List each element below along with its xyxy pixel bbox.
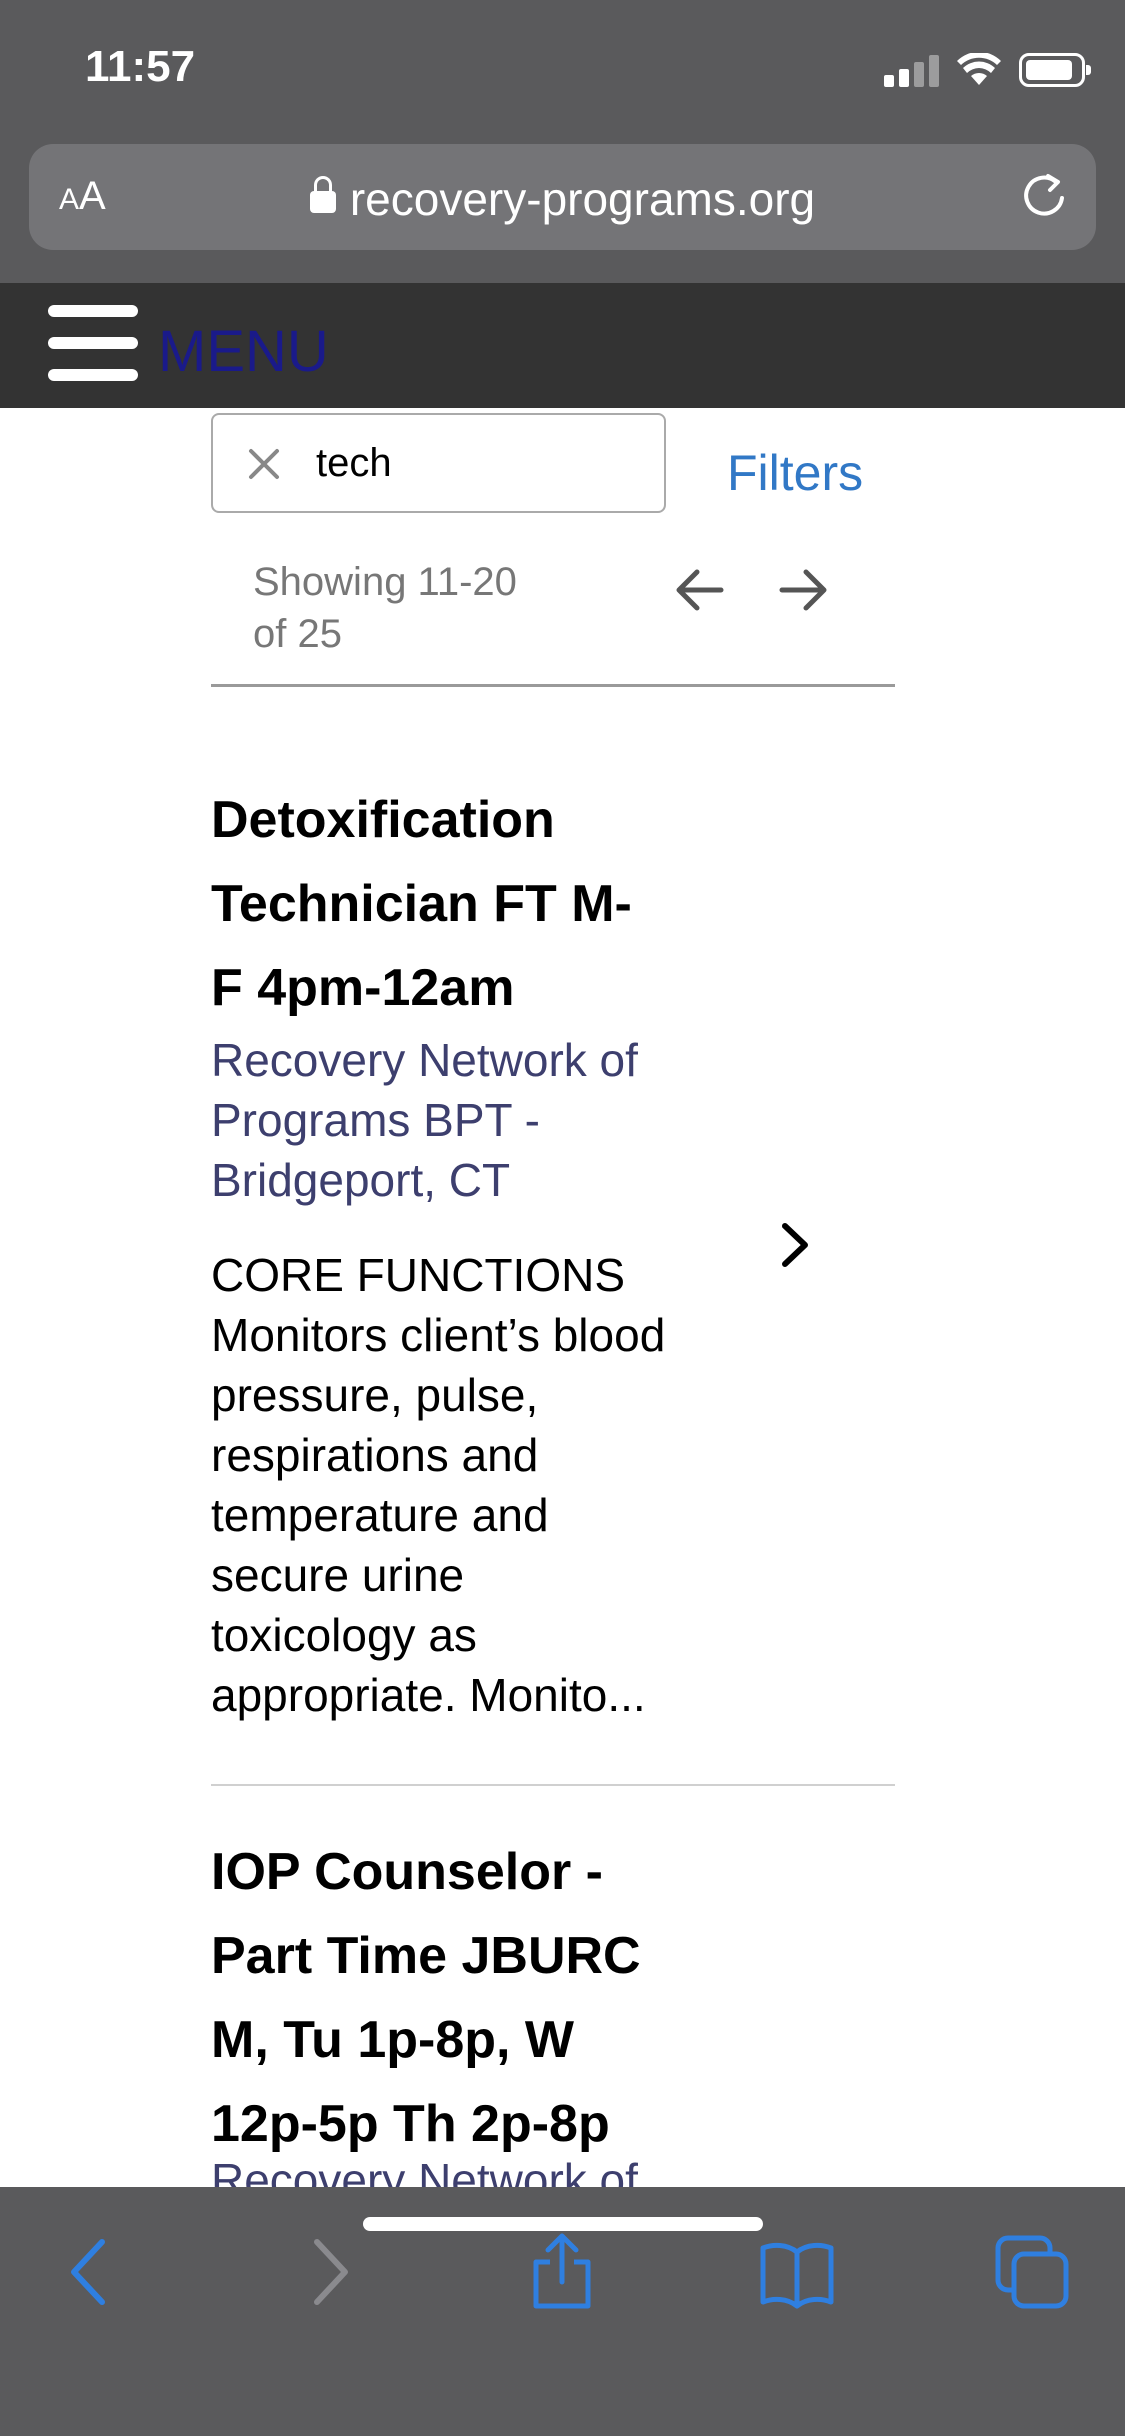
- job-company: Recovery Network of Programs BPT - Bridg…: [211, 1030, 731, 1210]
- arrow-left-icon[interactable]: [671, 560, 731, 620]
- divider: [211, 684, 895, 687]
- job-title-line: F 4pm-12am: [211, 959, 515, 1017]
- job-title[interactable]: IOP Counselor - Part Time JBURC M, Tu 1p…: [211, 1830, 731, 2166]
- job-title-line: Part Time JBURC: [211, 1927, 641, 1985]
- browser-chrome-top: 11:57 AA recovery-programs.org: [0, 0, 1125, 283]
- job-company-line: Bridgeport, CT: [211, 1154, 511, 1206]
- job-description-line: toxicology as: [211, 1609, 477, 1661]
- lock-icon: [309, 176, 336, 213]
- job-title-line: M, Tu 1p-8p, W: [211, 2011, 574, 2069]
- cellular-signal-icon: [884, 53, 939, 87]
- site-header: MENU: [0, 283, 1125, 408]
- url-text: recovery-programs.org: [349, 173, 816, 225]
- pagination-status-line1: Showing 11-20: [253, 560, 517, 604]
- home-indicator[interactable]: [363, 2217, 763, 2231]
- back-icon[interactable]: [52, 2232, 132, 2312]
- share-icon[interactable]: [522, 2232, 602, 2312]
- search-value: tech: [316, 441, 392, 485]
- search-input[interactable]: tech: [211, 413, 666, 513]
- job-description-line: respirations and: [211, 1429, 539, 1481]
- job-description-line: Monitors client’s blood: [211, 1309, 666, 1361]
- forward-icon[interactable]: [287, 2232, 367, 2312]
- status-time: 11:57: [85, 42, 196, 91]
- job-company-line: Recovery Network of: [211, 1034, 638, 1086]
- menu-button[interactable]: MENU: [158, 323, 329, 381]
- job-title-line: Technician FT M-: [211, 875, 632, 933]
- bookmarks-icon[interactable]: [757, 2232, 837, 2312]
- filters-link[interactable]: Filters: [727, 444, 863, 502]
- pagination-status-line2: of 25: [253, 612, 342, 656]
- job-description-line: pressure, pulse,: [211, 1369, 539, 1421]
- job-company-peek: Recovery Network of: [211, 2154, 638, 2187]
- pagination-status: Showing 11-20 of 25: [253, 556, 573, 660]
- tabs-icon[interactable]: [992, 2232, 1072, 2312]
- reload-icon[interactable]: [1016, 168, 1072, 224]
- job-title[interactable]: Detoxification Technician FT M- F 4pm-12…: [211, 778, 731, 1030]
- divider: [211, 1784, 895, 1786]
- clear-icon[interactable]: [247, 447, 281, 481]
- url-display[interactable]: recovery-programs.org: [29, 172, 1096, 226]
- job-description: CORE FUNCTIONS Monitors client’s blood p…: [211, 1245, 731, 1725]
- job-description-line: secure urine: [211, 1549, 465, 1601]
- job-description-line: appropriate. Monito...: [211, 1669, 646, 1721]
- job-description-line: CORE FUNCTIONS: [211, 1249, 625, 1301]
- chevron-right-icon[interactable]: [775, 1220, 815, 1270]
- status-icons: [884, 50, 1091, 90]
- arrow-right-icon[interactable]: [772, 560, 832, 620]
- wifi-icon: [957, 53, 1001, 85]
- job-title-line: IOP Counselor -: [211, 1843, 603, 1901]
- url-bar[interactable]: AA recovery-programs.org: [29, 144, 1096, 250]
- job-company-line: Programs BPT -: [211, 1094, 540, 1146]
- battery-icon: [1019, 53, 1091, 87]
- hamburger-icon[interactable]: [48, 305, 138, 381]
- job-description-line: temperature and: [211, 1489, 549, 1541]
- job-title-line: Detoxification: [211, 791, 555, 849]
